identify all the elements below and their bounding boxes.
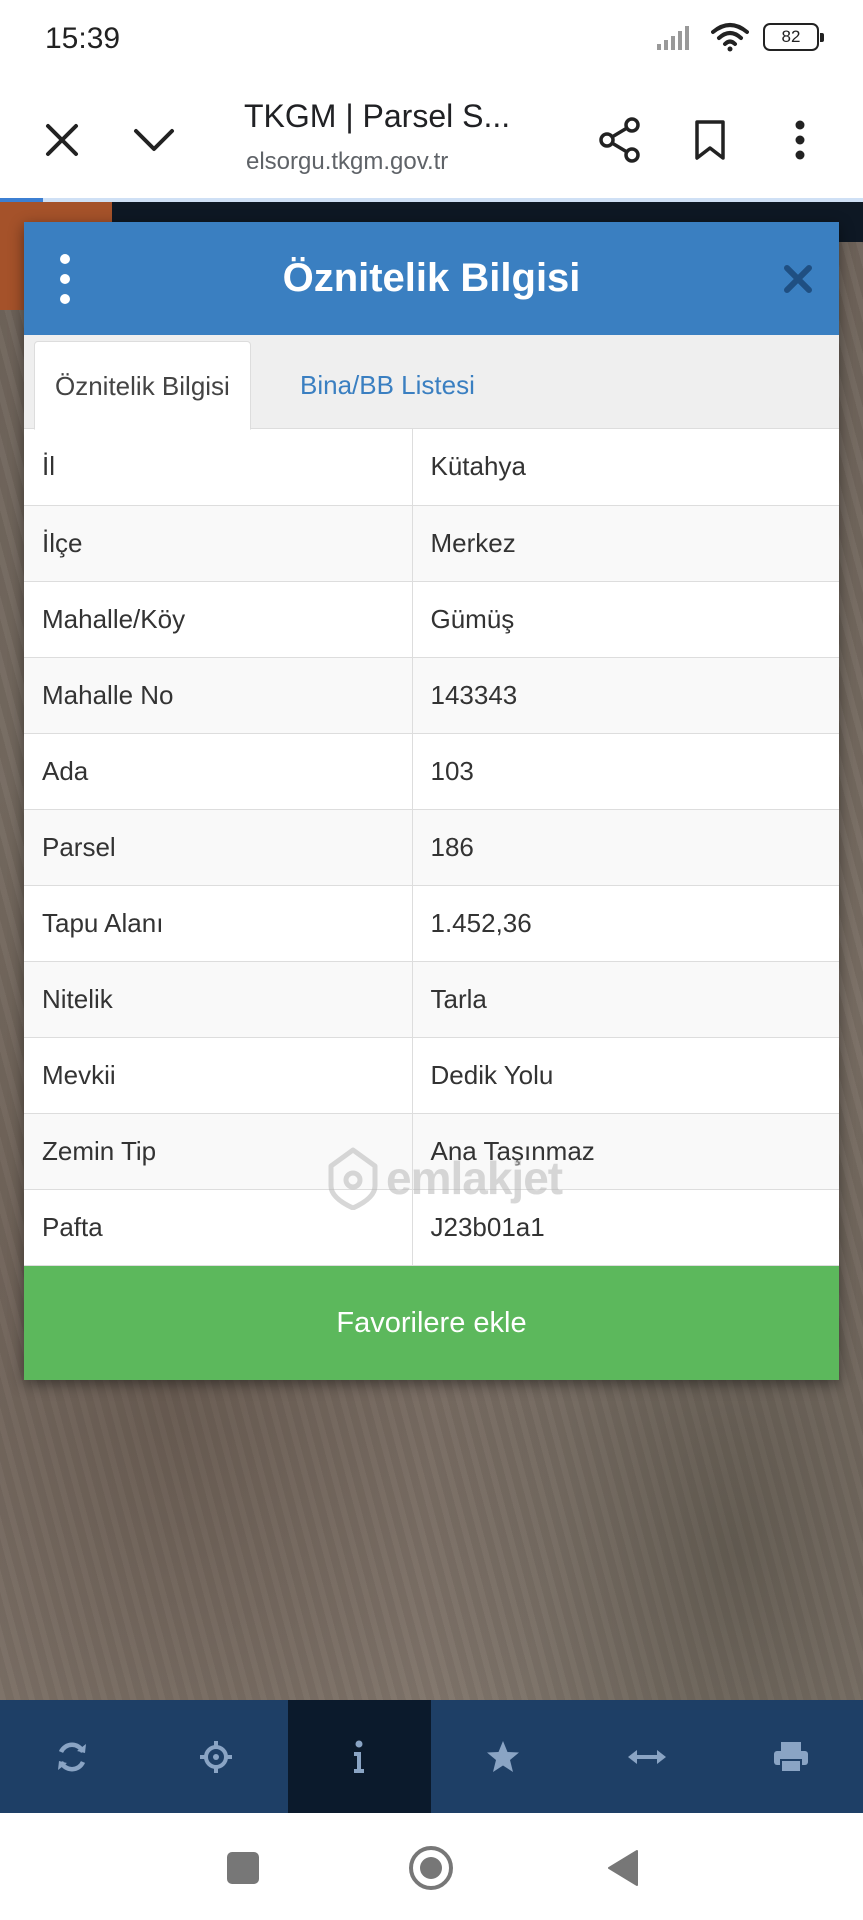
table-row: Parsel 186: [24, 809, 839, 886]
status-time: 15:39: [45, 22, 121, 55]
attribute-key: Pafta: [24, 1189, 413, 1266]
more-vertical-icon: [795, 120, 805, 160]
share-icon: [599, 117, 640, 163]
print-button[interactable]: [719, 1700, 863, 1813]
dialog-title: Öznitelik Bilgisi: [282, 256, 581, 300]
dot-icon: [60, 254, 70, 264]
page-url[interactable]: elsorgu.tkgm.gov.tr: [246, 148, 448, 176]
attribute-key: Parsel: [24, 809, 413, 886]
home-button[interactable]: [406, 1843, 456, 1893]
table-row: Ada 103: [24, 733, 839, 810]
attribute-value: 103: [412, 733, 839, 810]
table-row: Mahalle No 143343: [24, 657, 839, 734]
attribute-key: İlçe: [24, 505, 413, 582]
attribute-value: Tarla: [412, 961, 839, 1038]
attribute-value: J23b01a1: [412, 1189, 839, 1266]
browser-toolbar: TKGM | Parsel S... elsorgu.tkgm.gov.tr: [0, 80, 863, 200]
map-toolbar: [0, 1700, 863, 1813]
table-row: İlçe Merkez: [24, 505, 839, 582]
back-button[interactable]: [598, 1843, 648, 1893]
measure-button[interactable]: [575, 1700, 719, 1813]
page-title[interactable]: TKGM | Parsel S...: [244, 98, 510, 135]
home-circle-icon: [409, 1846, 453, 1890]
attribute-key: İl: [24, 429, 413, 506]
chevron-down-icon: [134, 129, 174, 151]
attribute-table: İl Kütahya İlçe Merkez Mahalle/Köy Gümüş Mahal…: [24, 429, 839, 1266]
refresh-icon: [57, 1742, 86, 1771]
attribute-value: Dedik Yolu: [412, 1037, 839, 1114]
signal-icon: [657, 26, 689, 50]
table-row: Nitelik Tarla: [24, 961, 839, 1038]
system-navigation-bar: [0, 1813, 863, 1920]
dialog-tabs: Öznitelik Bilgisi Bina/BB Listesi: [24, 335, 839, 430]
battery-icon: 82: [763, 23, 824, 51]
measure-icon: [628, 1749, 667, 1764]
print-icon: [773, 1741, 808, 1773]
attribute-key: Ada: [24, 733, 413, 810]
attribute-key: Zemin Tip: [24, 1113, 413, 1190]
close-icon: [784, 265, 812, 293]
square-icon: [227, 1852, 259, 1884]
tab-building-list[interactable]: Bina/BB Listesi: [280, 341, 495, 429]
attribute-value: 1.452,36: [412, 885, 839, 962]
close-icon: [46, 124, 78, 156]
dot-icon: [60, 294, 70, 304]
bookmark-icon: [695, 120, 725, 160]
battery-level: 82: [781, 27, 801, 46]
dialog-header: Öznitelik Bilgisi: [24, 222, 839, 335]
attribute-value: Ana Taşınmaz: [412, 1113, 839, 1190]
dialog-close-button[interactable]: [777, 258, 819, 300]
status-bar: 15:39 82: [0, 0, 863, 80]
attribute-key: Mahalle/Köy: [24, 581, 413, 658]
attribute-value: Merkez: [412, 505, 839, 582]
status-icons: 82: [657, 22, 824, 52]
table-row: Zemin Tip Ana Taşınmaz: [24, 1113, 839, 1190]
attribute-value: Kütahya: [412, 429, 839, 506]
attribute-key: Nitelik: [24, 961, 413, 1038]
add-to-favorites-button[interactable]: Favorilere ekle: [24, 1266, 839, 1380]
locate-button[interactable]: [144, 1700, 288, 1813]
favorites-button[interactable]: [431, 1700, 575, 1813]
star-icon: [487, 1740, 520, 1772]
attribute-value: 143343: [412, 657, 839, 734]
table-row: Mevkii Dedik Yolu: [24, 1037, 839, 1114]
table-row: Tapu Alanı 1.452,36: [24, 885, 839, 962]
attribute-dialog: Öznitelik Bilgisi Öznitelik Bilgisi Bina…: [24, 222, 839, 1380]
share-button[interactable]: [588, 108, 652, 172]
attribute-key: Tapu Alanı: [24, 885, 413, 962]
tab-attribute-info[interactable]: Öznitelik Bilgisi: [34, 341, 251, 430]
info-icon: [354, 1740, 365, 1773]
back-triangle-icon: [608, 1850, 638, 1886]
crosshair-icon: [199, 1740, 232, 1773]
table-row: Pafta J23b01a1: [24, 1189, 839, 1266]
recent-apps-button[interactable]: [218, 1843, 268, 1893]
attribute-value: 186: [412, 809, 839, 886]
info-button[interactable]: [287, 1700, 432, 1813]
attribute-value: Gümüş: [412, 581, 839, 658]
dialog-menu-button[interactable]: [50, 254, 80, 304]
attribute-key: Mahalle No: [24, 657, 413, 734]
dot-icon: [60, 274, 70, 284]
table-row: İl Kütahya: [24, 429, 839, 506]
more-menu-button[interactable]: [768, 108, 832, 172]
bookmark-button[interactable]: [678, 108, 742, 172]
wifi-icon: [711, 23, 749, 52]
refresh-button[interactable]: [0, 1700, 144, 1813]
table-row: Mahalle/Köy Gümüş: [24, 581, 839, 658]
minimize-button[interactable]: [122, 108, 186, 172]
close-tab-button[interactable]: [30, 108, 94, 172]
attribute-key: Mevkii: [24, 1037, 413, 1114]
